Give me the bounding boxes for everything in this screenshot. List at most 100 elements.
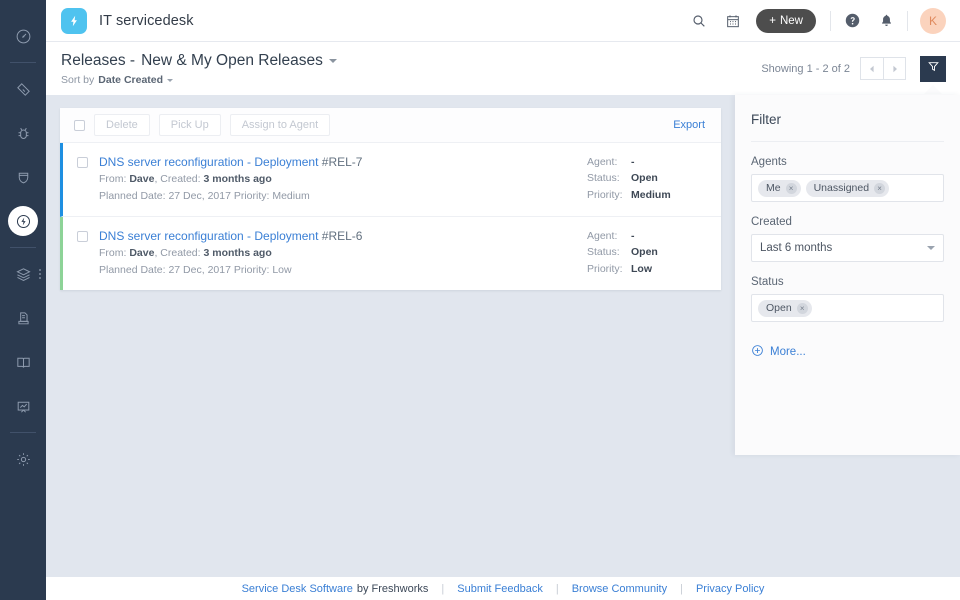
chevron-down-icon[interactable] <box>329 59 337 63</box>
brand[interactable]: IT servicedesk <box>46 8 194 34</box>
created-value: 3 months ago <box>204 173 272 185</box>
sidebar-item-assets[interactable] <box>0 252 46 296</box>
filter-tag: Open × <box>758 300 812 317</box>
row-title[interactable]: DNS server reconfiguration - Deployment … <box>99 155 587 170</box>
sidebar-item-contracts[interactable] <box>0 296 46 340</box>
sidebar-item-releases[interactable] <box>0 199 46 243</box>
agent-label: Agent: <box>587 155 631 171</box>
table-row[interactable]: DNS server reconfiguration - Deployment … <box>60 217 721 290</box>
plus-icon: + <box>769 15 776 27</box>
row-meta-planned: Planned Date: 27 Dec, 2017 Priority: Med… <box>99 189 587 204</box>
priority-label: Priority: <box>587 262 631 278</box>
filter-tag: Unassigned× <box>806 180 889 197</box>
avatar[interactable]: K <box>920 8 946 34</box>
sidebar-item-admin[interactable] <box>0 437 46 481</box>
new-button-label: New <box>780 15 803 27</box>
filter-panel-title: Filter <box>751 95 944 142</box>
created-select[interactable]: Last 6 months <box>751 234 944 262</box>
brand-name: IT servicedesk <box>99 13 194 29</box>
agents-label: Agents <box>751 156 944 168</box>
new-button[interactable]: + New <box>756 9 816 33</box>
page-header: Releases - New & My Open Releases Sort b… <box>46 42 960 95</box>
row-side: Agent: - Status: Open Priority: Medium <box>587 155 705 204</box>
rail-divider <box>10 62 36 63</box>
select-all-checkbox[interactable] <box>74 120 85 131</box>
created-value: 3 months ago <box>204 247 272 259</box>
status-filter-input[interactable]: Open × <box>751 294 944 322</box>
created-selected-value: Last 6 months <box>760 242 832 254</box>
footer-separator: | <box>441 583 444 595</box>
filter-tag: Me× <box>758 180 801 197</box>
divider <box>830 11 831 31</box>
chart-board-icon <box>15 398 32 415</box>
list-toolbar: Delete Pick Up Assign to Agent Export <box>60 108 721 143</box>
row-side: Agent: - Status: Open Priority: Low <box>587 229 705 278</box>
row-meta-from: From: Dave, Created: 3 months ago <box>99 172 587 187</box>
chevron-down-icon[interactable] <box>167 79 173 82</box>
agent-label: Agent: <box>587 229 631 245</box>
pick-up-button[interactable]: Pick Up <box>159 114 221 136</box>
assign-to-agent-button[interactable]: Assign to Agent <box>230 114 330 136</box>
sort-control[interactable]: Sort by Date Created <box>61 74 337 86</box>
agent-value: - <box>631 155 705 171</box>
sidebar-item-dashboard[interactable] <box>0 14 46 58</box>
table-row[interactable]: DNS server reconfiguration - Deployment … <box>60 143 721 217</box>
help-circle-icon[interactable] <box>835 0 869 42</box>
from-label: From: <box>99 247 126 259</box>
assets-overflow-menu-icon[interactable] <box>39 269 41 279</box>
delete-button[interactable]: Delete <box>94 114 150 136</box>
from-value: Dave <box>129 173 154 185</box>
search-icon[interactable] <box>682 0 716 42</box>
sort-prefix: Sort by <box>61 74 94 86</box>
footer-link-submit-feedback[interactable]: Submit Feedback <box>457 583 543 595</box>
sort-value: Date Created <box>98 74 163 86</box>
divider <box>907 11 908 31</box>
filter-toggle-button[interactable] <box>920 56 946 82</box>
row-title[interactable]: DNS server reconfiguration - Deployment … <box>99 229 587 244</box>
footer: Service Desk Software by Freshworks | Su… <box>46 577 960 600</box>
priority-label: Priority: <box>587 188 631 204</box>
prev-page-button[interactable] <box>860 57 883 80</box>
priority-value: Medium <box>631 188 705 204</box>
created-label: Created: <box>160 173 200 185</box>
sidebar-item-solutions[interactable] <box>0 340 46 384</box>
sidebar-item-analytics[interactable] <box>0 384 46 428</box>
row-checkbox[interactable] <box>77 157 88 168</box>
remove-tag-icon[interactable]: × <box>874 183 885 194</box>
next-page-button[interactable] <box>883 57 906 80</box>
remove-tag-icon[interactable]: × <box>797 303 808 314</box>
sidebar-item-problems[interactable] <box>0 111 46 155</box>
shield-icon <box>15 169 32 186</box>
row-meta-from: From: Dave, Created: 3 months ago <box>99 246 587 261</box>
row-checkbox[interactable] <box>77 231 88 242</box>
page-title[interactable]: Releases - New & My Open Releases <box>61 52 337 70</box>
calendar-icon[interactable] <box>716 0 750 42</box>
ticket-icon <box>15 81 32 98</box>
bug-icon <box>15 125 32 142</box>
sidebar-item-tickets[interactable] <box>0 67 46 111</box>
more-filters-link[interactable]: More... <box>751 344 944 360</box>
footer-link-browse-community[interactable]: Browse Community <box>572 583 667 595</box>
bell-icon[interactable] <box>869 0 903 42</box>
footer-link-privacy-policy[interactable]: Privacy Policy <box>696 583 764 595</box>
filter-panel: Filter Agents Me×Unassigned× Created Las… <box>735 95 960 455</box>
filter-group-status: Status Open × <box>751 276 944 322</box>
status-label: Status: <box>587 171 631 187</box>
footer-by-text: by Freshworks <box>357 583 429 595</box>
layers-icon <box>15 266 32 283</box>
filter-tag-label: Open <box>766 302 792 314</box>
footer-link-service-desk-software[interactable]: Service Desk Software <box>242 583 353 595</box>
funnel-icon <box>927 60 940 78</box>
remove-tag-icon[interactable]: × <box>786 183 797 194</box>
agent-value: - <box>631 229 705 245</box>
row-title-text: DNS server reconfiguration - Deployment <box>99 229 318 243</box>
top-bar: IT servicedesk + New <box>46 0 960 42</box>
row-reference: #REL-6 <box>322 229 363 243</box>
sidebar-item-changes[interactable] <box>0 155 46 199</box>
status-label: Status: <box>587 245 631 261</box>
page-title-prefix: Releases - <box>61 52 135 70</box>
export-link[interactable]: Export <box>673 119 705 131</box>
rail-divider <box>10 432 36 433</box>
agents-filter-input[interactable]: Me× Unassigned× <box>751 174 944 202</box>
status-label: Status <box>751 276 944 288</box>
